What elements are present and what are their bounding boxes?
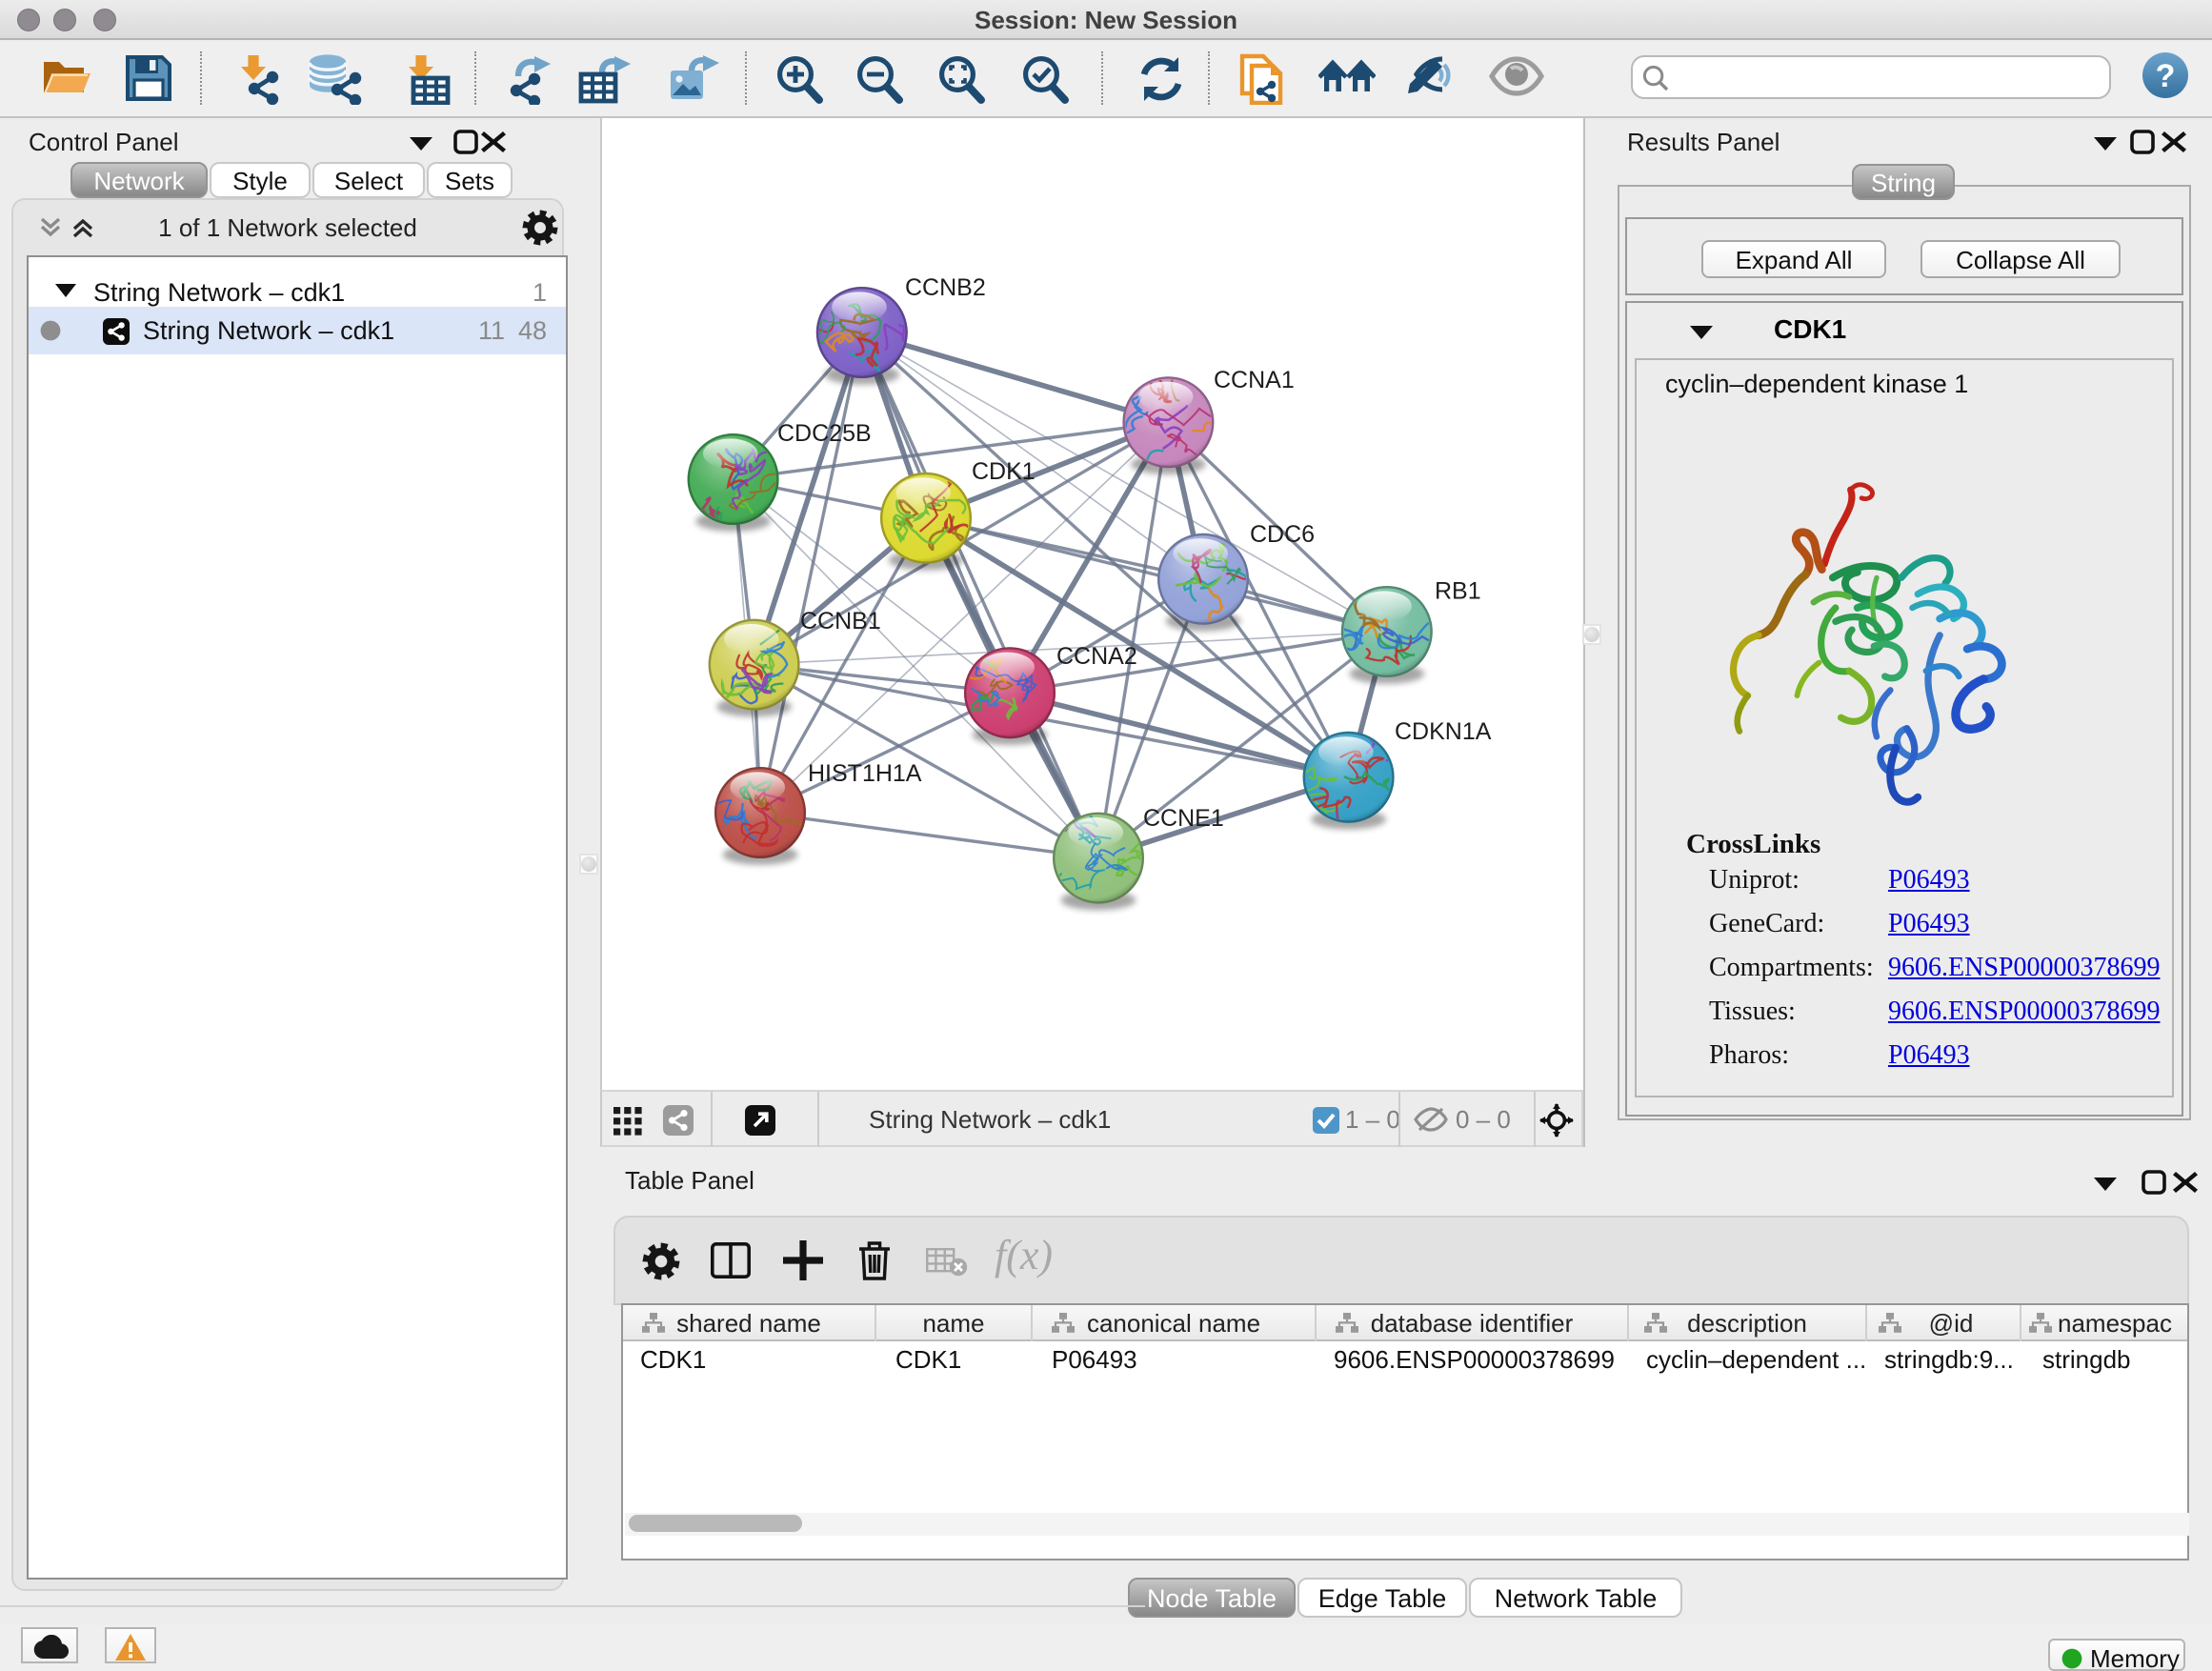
svg-text:CCNA2: CCNA2: [1056, 643, 1137, 670]
svg-text:CCNE1: CCNE1: [1143, 805, 1224, 832]
svg-text:RB1: RB1: [1435, 577, 1481, 604]
svg-text:CCNB2: CCNB2: [905, 274, 986, 301]
svg-text:CDC25B: CDC25B: [777, 420, 872, 447]
svg-text:CDKN1A: CDKN1A: [1395, 718, 1492, 745]
svg-text:HIST1H1A: HIST1H1A: [808, 760, 922, 787]
svg-text:?: ?: [2156, 58, 2176, 94]
svg-text:CDK1: CDK1: [972, 458, 1036, 485]
svg-text:CCNB1: CCNB1: [800, 608, 881, 634]
svg-text:CCNA1: CCNA1: [1214, 367, 1295, 393]
svg-text:CDC6: CDC6: [1250, 521, 1315, 548]
